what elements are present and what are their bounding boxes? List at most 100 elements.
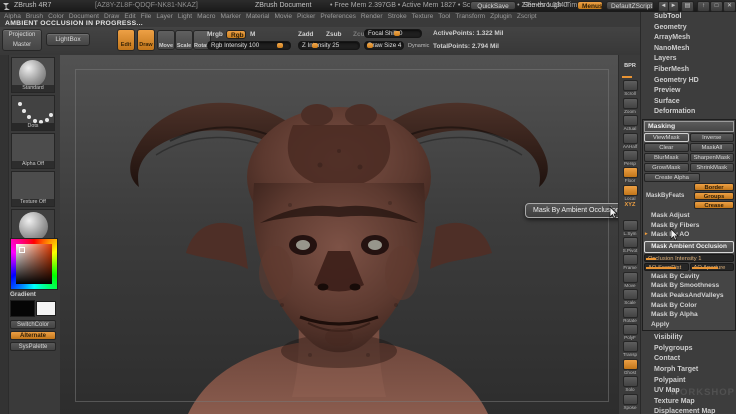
menu-movie[interactable]: Movie bbox=[274, 13, 292, 20]
edit-button[interactable]: Edit bbox=[117, 29, 135, 51]
menu-layer[interactable]: Layer bbox=[156, 13, 173, 20]
move-button[interactable]: Move bbox=[157, 30, 175, 50]
s-pivot-button[interactable]: S.Pivot bbox=[620, 237, 640, 253]
menu-render[interactable]: Render bbox=[361, 13, 383, 20]
menu-edit[interactable]: Edit bbox=[124, 13, 135, 20]
floor-button[interactable]: Floor bbox=[620, 167, 640, 183]
secondary-color-swatch[interactable] bbox=[36, 301, 56, 316]
section-visibility[interactable]: Visibility bbox=[641, 333, 736, 344]
gradient-label[interactable]: Gradient bbox=[10, 291, 36, 298]
ghost-button[interactable]: Ghost bbox=[620, 358, 640, 375]
section-preview[interactable]: Preview bbox=[641, 86, 736, 97]
section-morph-target[interactable]: Morph Target bbox=[641, 365, 736, 376]
section-polypaint[interactable]: Polypaint bbox=[641, 376, 736, 387]
transp-button[interactable]: Transp bbox=[620, 341, 640, 357]
menu-document[interactable]: Document bbox=[69, 13, 99, 20]
section-geometry-hd[interactable]: Geometry HD bbox=[641, 76, 736, 87]
viewmask-button[interactable]: ViewMask bbox=[644, 132, 689, 142]
section-layers[interactable]: Layers bbox=[641, 54, 736, 65]
menu-tool[interactable]: Tool bbox=[438, 13, 450, 20]
zsub-button[interactable]: Zsub bbox=[326, 31, 342, 38]
mrgb-button[interactable]: Mrgb bbox=[207, 31, 223, 38]
zadd-button[interactable]: Zadd bbox=[298, 31, 314, 38]
masking-section-header[interactable]: Masking bbox=[644, 120, 734, 132]
draw-button[interactable]: Draw bbox=[137, 29, 155, 51]
polyf-button[interactable]: PolyF bbox=[620, 324, 640, 340]
bpr-button[interactable]: BPR bbox=[620, 63, 640, 70]
scroll-button[interactable]: Scroll bbox=[620, 80, 640, 96]
menu-marker[interactable]: Marker bbox=[220, 13, 241, 20]
mask-ambient-occlusion-button[interactable]: Mask Ambient Occlusion bbox=[644, 240, 734, 253]
xpose-button[interactable]: Xpose bbox=[620, 393, 640, 410]
menu-zscript[interactable]: Zscript bbox=[517, 13, 537, 20]
ao-scandist-slider[interactable]: AO ScanDist bbox=[644, 262, 689, 271]
section-polygroups[interactable]: Polygroups bbox=[641, 344, 736, 355]
menu-texture[interactable]: Texture bbox=[412, 13, 434, 20]
document-icon-button[interactable]: ▤ bbox=[681, 1, 694, 12]
ao-aperture-slider[interactable]: AO Aperture bbox=[689, 262, 734, 271]
section-fibermesh[interactable]: FiberMesh bbox=[641, 65, 736, 76]
create-alpha-button[interactable]: Create Alpha bbox=[644, 172, 700, 182]
menu-material[interactable]: Material bbox=[246, 13, 269, 20]
dynamic-toggle[interactable]: Dynamic bbox=[408, 43, 429, 49]
alternate-button[interactable]: Alternate bbox=[10, 331, 56, 340]
restore-button[interactable]: □ bbox=[710, 1, 723, 12]
maskall-button[interactable]: MaskAll bbox=[689, 142, 734, 152]
growmask-button[interactable]: GrowMask bbox=[644, 162, 689, 172]
document-viewport[interactable]: Mask By Ambient Occlusion bbox=[60, 55, 618, 414]
inverse-button[interactable]: Inverse bbox=[689, 132, 734, 142]
move-button[interactable]: Move bbox=[620, 271, 640, 288]
z-intensity-slider[interactable]: Z Intensity 25 bbox=[298, 41, 360, 50]
current-stroke-thumbnail[interactable]: Dots bbox=[11, 95, 55, 131]
mask-by-fibers-item[interactable]: Mask By Fibers bbox=[644, 221, 734, 231]
mask-adjust-item[interactable]: Mask Adjust bbox=[644, 211, 734, 221]
frame-button[interactable]: Frame bbox=[620, 254, 640, 270]
syspalette-button[interactable]: SysPalette bbox=[10, 342, 56, 351]
menu-picker[interactable]: Picker bbox=[297, 13, 315, 20]
persp-button[interactable]: Persp bbox=[620, 150, 640, 166]
aahalf-button[interactable]: AAHalf bbox=[620, 132, 640, 149]
occlusion-intensity-slider[interactable]: Occlusion Intensity 1 bbox=[644, 253, 734, 262]
menu-draw[interactable]: Draw bbox=[104, 13, 119, 20]
section-surface[interactable]: Surface bbox=[641, 97, 736, 108]
lightbox-button[interactable]: LightBox bbox=[46, 33, 90, 46]
menu-zplugin[interactable]: Zplugin bbox=[490, 13, 512, 20]
feat-crease-button[interactable]: Crease bbox=[694, 200, 734, 209]
mask-by-color-item[interactable]: Mask By Color bbox=[644, 301, 734, 311]
bpr-quality-slider[interactable] bbox=[622, 76, 632, 78]
menu-macro[interactable]: Macro bbox=[197, 13, 215, 20]
menu-light[interactable]: Light bbox=[178, 13, 192, 20]
menu-preferences[interactable]: Preferences bbox=[320, 13, 356, 20]
apply-item[interactable]: Apply bbox=[644, 320, 734, 330]
current-brush-thumbnail[interactable]: Standard bbox=[11, 57, 55, 93]
close-button[interactable]: ✕ bbox=[723, 1, 736, 12]
current-alpha-thumbnail[interactable]: Alpha Off bbox=[11, 133, 55, 169]
menu-file[interactable]: File bbox=[141, 13, 152, 20]
mask-by-alpha-item[interactable]: Mask By Alpha bbox=[644, 310, 734, 320]
focal-shift-thumb[interactable] bbox=[394, 31, 401, 36]
section-geometry[interactable]: Geometry bbox=[641, 23, 736, 34]
local-button[interactable]: Local bbox=[620, 184, 640, 201]
draw-size-thumb[interactable] bbox=[366, 43, 373, 48]
l-sym-button[interactable]: L.Sym bbox=[620, 219, 640, 236]
menus-button[interactable]: Menus bbox=[577, 1, 603, 10]
current-texture-thumbnail[interactable]: Texture Off bbox=[11, 171, 55, 207]
menu-stroke[interactable]: Stroke bbox=[388, 13, 407, 20]
feat-groups-button[interactable]: Groups bbox=[694, 191, 734, 200]
menu-alpha[interactable]: Alpha bbox=[4, 13, 21, 20]
scale-button[interactable]: Scale bbox=[175, 30, 193, 50]
minimize-button[interactable]: ↑ bbox=[697, 1, 710, 12]
section-contact[interactable]: Contact bbox=[641, 354, 736, 365]
scale-button[interactable]: Scale bbox=[620, 289, 640, 305]
projection-master-button[interactable]: Projection Master bbox=[2, 29, 42, 51]
see-through-slider[interactable]: See-through 0 bbox=[523, 0, 567, 12]
draw-size-slider[interactable]: Draw Size 4 bbox=[364, 41, 404, 50]
zscript-next-icon[interactable]: ► bbox=[668, 1, 679, 12]
focal-shift-slider[interactable]: Focal Shift 0 bbox=[364, 29, 422, 38]
section-displacement-map[interactable]: Displacement Map bbox=[641, 407, 736, 414]
color-picker[interactable] bbox=[10, 238, 58, 290]
z-intensity-thumb[interactable] bbox=[312, 43, 319, 48]
mask-by-ao-item[interactable]: ▸ Mask By AO bbox=[644, 230, 734, 240]
feat-border-button[interactable]: Border bbox=[694, 182, 734, 191]
mask-by-smoothness-item[interactable]: Mask By Smoothness bbox=[644, 281, 734, 291]
